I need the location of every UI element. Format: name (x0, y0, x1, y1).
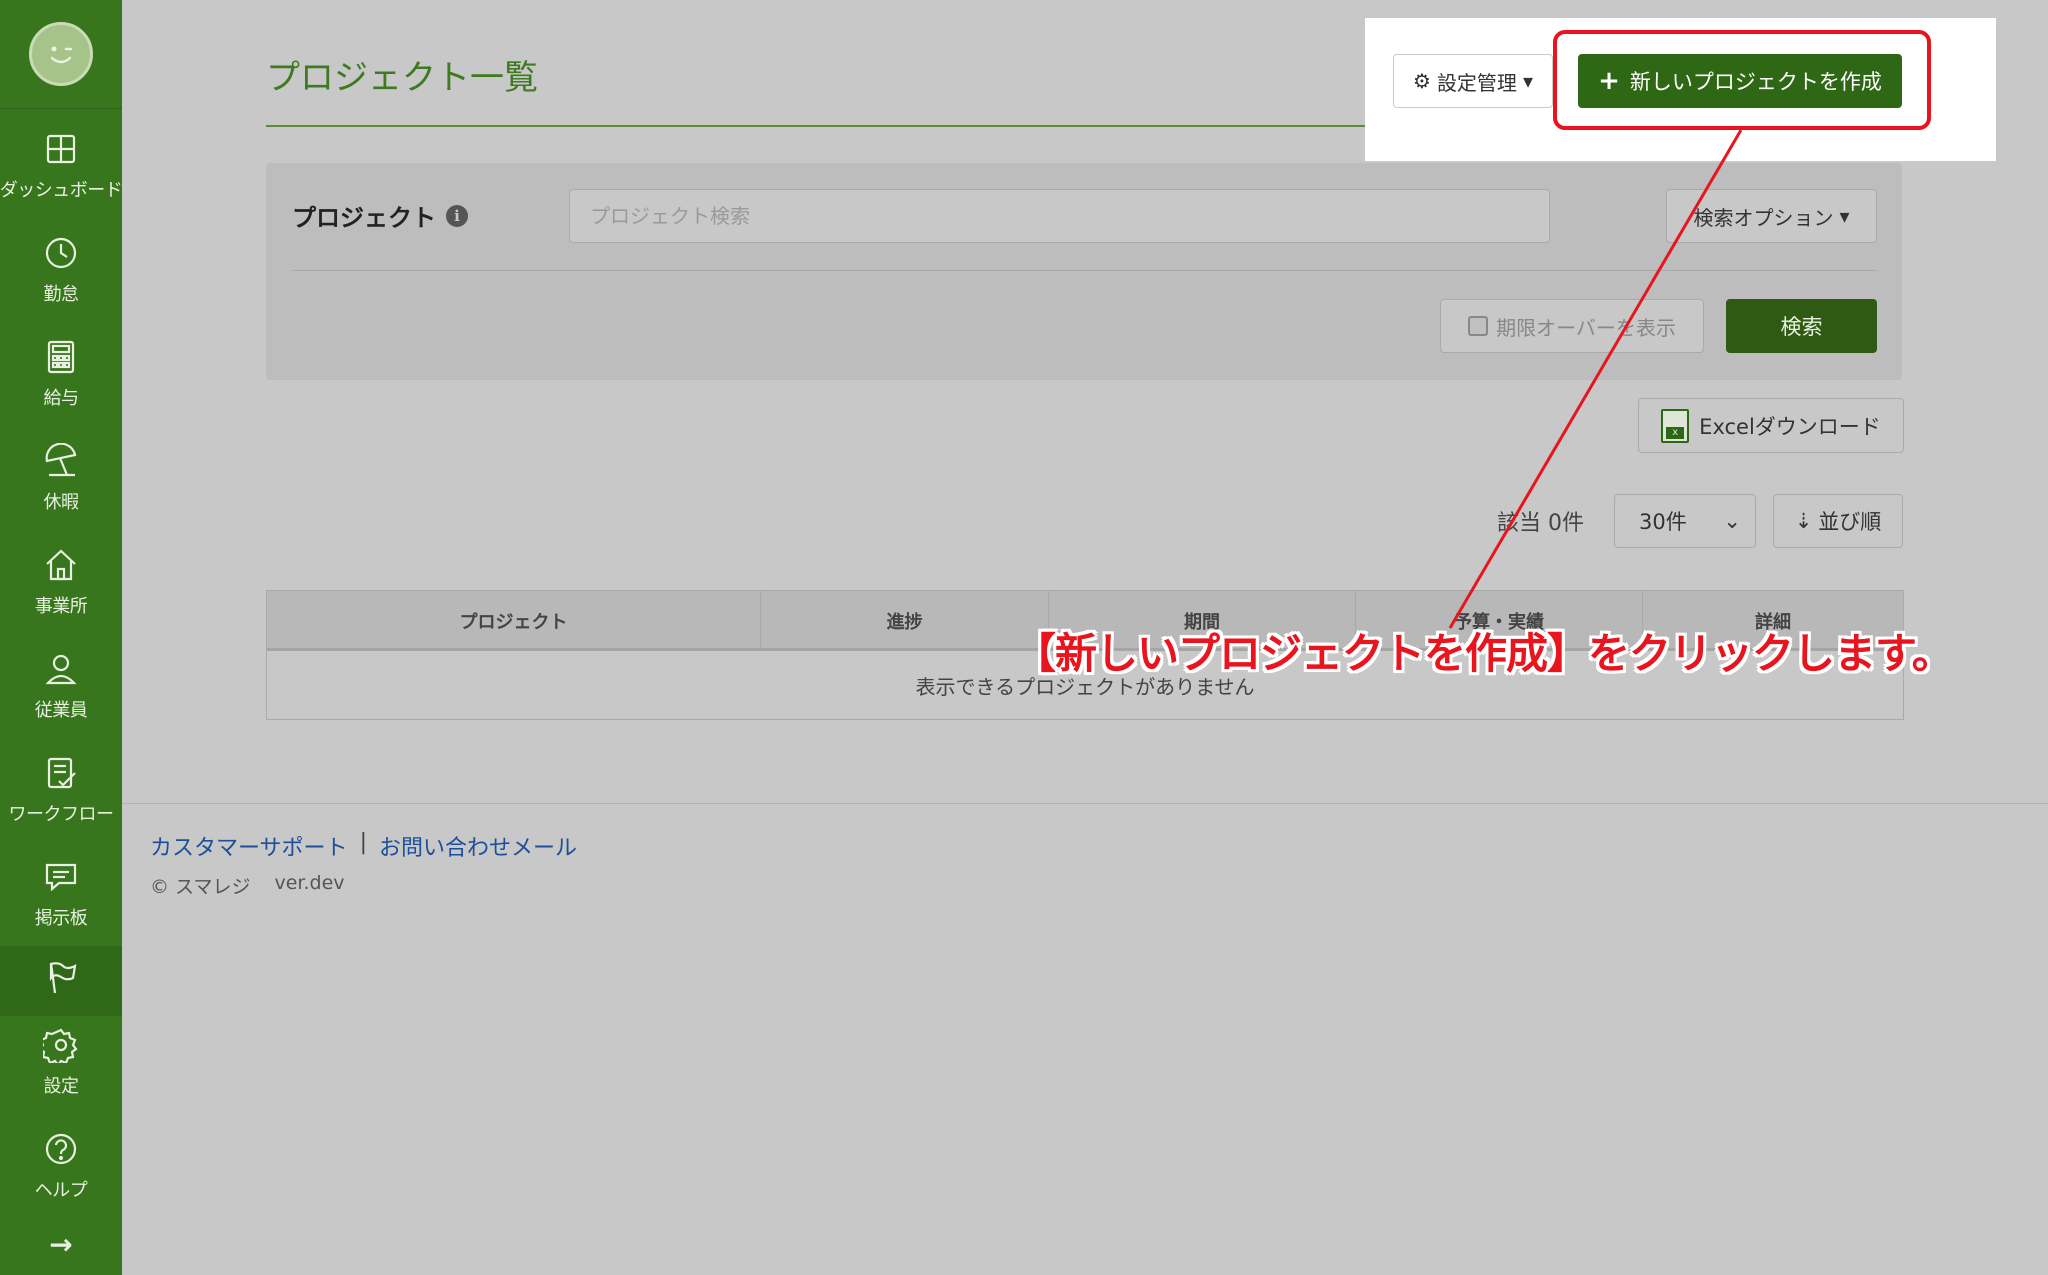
search-options-label: 検索オプション (1693, 205, 1834, 230)
column-header-progress[interactable]: 進捗 (761, 591, 1049, 651)
overdue-checkbox[interactable] (1468, 316, 1489, 336)
help-icon (42, 1130, 80, 1168)
sidebar-item-label: 事業所 (34, 596, 88, 617)
sidebar-item-board[interactable]: 掲示板 (0, 842, 122, 946)
sidebar-item-label: ワークフロー (8, 804, 115, 825)
page-title: プロジェクト一覧 (266, 58, 538, 98)
sidebar-item-dashboard[interactable]: ダッシュボード (0, 114, 123, 218)
settings-label: 設定管理 (1436, 70, 1517, 95)
sidebar-item-workflow[interactable]: ワークフロー (0, 738, 122, 842)
copyright-text: © スマレジ (150, 876, 251, 898)
sidebar-item-label: ダッシュボード (0, 180, 123, 201)
sidebar-item-attendance[interactable]: 勤怠 (0, 218, 122, 322)
sidebar-item-payroll[interactable]: 給与 (0, 322, 122, 426)
person-icon (42, 650, 80, 688)
info-icon[interactable]: i (446, 204, 468, 227)
gear-icon: ⚙ (1413, 69, 1431, 93)
footer-copyright: © スマレジ ver.dev (150, 872, 345, 899)
sidebar-item-label: 掲示板 (34, 908, 88, 929)
sidebar-item-label: 設定 (43, 1076, 80, 1097)
overdue-toggle[interactable]: 期限オーバーを表示 (1440, 299, 1704, 353)
chevron-down-icon: ⌄ (1723, 509, 1741, 533)
clock-icon (42, 234, 80, 272)
search-options-button[interactable]: 検索オプション ▾ (1666, 189, 1877, 243)
excel-download-button[interactable]: Excelダウンロード (1638, 398, 1904, 453)
message-icon (42, 858, 80, 896)
beach-umbrella-icon (42, 442, 80, 480)
annotation-highlight-frame (1553, 30, 1931, 130)
sidebar-item-label: 勤怠 (43, 284, 80, 305)
per-page-value: 30件 (1639, 510, 1687, 534)
sort-label: 並び順 (1818, 510, 1882, 534)
smiley-icon (50, 46, 73, 64)
customer-support-link[interactable]: カスタマーサポート (150, 830, 348, 862)
home-icon (42, 546, 80, 584)
excel-download-label: Excelダウンロード (1699, 414, 1881, 439)
checklist-icon (42, 754, 80, 792)
sidebar-item-label: 従業員 (34, 700, 88, 721)
sidebar-item-employees[interactable]: 従業員 (0, 634, 122, 738)
sidebar-item-label: 給与 (43, 388, 80, 409)
sidebar-item-office[interactable]: 事業所 (0, 530, 122, 634)
footer-divider (122, 803, 2048, 804)
flag-icon (42, 958, 80, 996)
sidebar-item-settings[interactable]: 設定 (0, 1010, 122, 1114)
sort-order-button[interactable]: ⇣ 並び順 (1773, 494, 1903, 548)
column-header-project[interactable]: プロジェクト (267, 591, 761, 651)
per-page-select[interactable]: 30件 ⌄ (1614, 494, 1756, 548)
footer-links: カスタマーサポート | お問い合わせメール (150, 830, 577, 862)
overdue-label: 期限オーバーを表示 (1496, 315, 1676, 340)
caret-down-icon: ▾ (1522, 69, 1533, 93)
result-count: 該当 0件 (1497, 511, 1584, 536)
sort-icon: ⇣ (1794, 509, 1813, 533)
sidebar-item-projects[interactable] (0, 946, 122, 1016)
sidebar-item-label: ヘルプ (34, 1180, 88, 1201)
excel-file-icon (1661, 408, 1690, 443)
version-text: ver.dev (274, 872, 345, 894)
sidebar-item-label: 休暇 (43, 492, 80, 513)
search-label: プロジェクト i (292, 198, 468, 233)
project-search-input[interactable] (569, 189, 1550, 243)
caret-down-icon: ▾ (1839, 204, 1850, 228)
contact-email-link[interactable]: お問い合わせメール (379, 830, 577, 862)
calculator-icon (42, 338, 80, 376)
settings-dropdown-button[interactable]: ⚙ 設定管理 ▾ (1393, 54, 1553, 108)
search-button[interactable]: 検索 (1726, 299, 1877, 353)
expand-sidebar-arrow-icon[interactable]: → (0, 1228, 122, 1261)
sidebar-item-leave[interactable]: 休暇 (0, 426, 122, 530)
annotation-text: 【新しいプロジェクトを作成】をクリックします。 (1014, 629, 1954, 678)
footer-separator: | (359, 830, 367, 855)
sidebar-item-help[interactable]: ヘルプ (0, 1114, 122, 1218)
avatar[interactable] (29, 22, 93, 86)
dashboard-icon (42, 130, 80, 168)
sidebar: ダッシュボード 勤怠 給与 休暇 事業所 従業員 ワークフロー 掲示板 設定 ヘ… (0, 0, 123, 1275)
gear-icon (42, 1026, 80, 1064)
panel-divider (292, 270, 1877, 271)
sidebar-divider (0, 108, 122, 109)
search-label-text: プロジェクト (292, 204, 436, 232)
